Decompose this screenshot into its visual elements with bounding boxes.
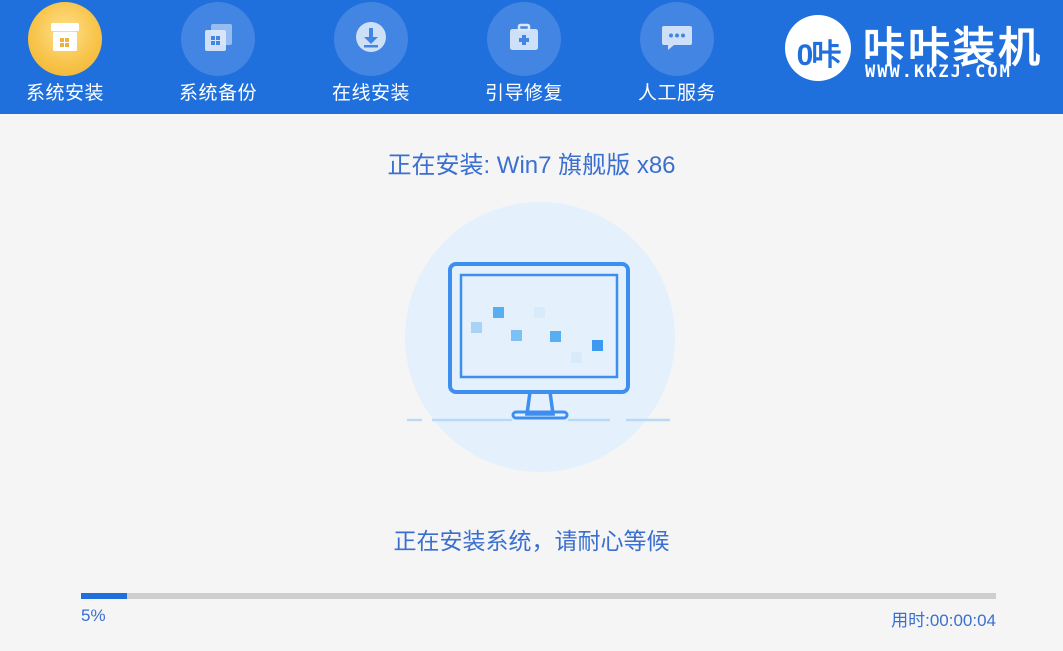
box-icon [28, 2, 102, 76]
nav-system-backup[interactable]: 系统备份 [163, 0, 273, 114]
chat-icon [640, 2, 714, 76]
brand-logo-text: 0咔 [796, 39, 842, 72]
install-status-text: 正在安装系统，请耐心等候 [393, 528, 670, 554]
progress-percent: 5% [81, 606, 106, 625]
backup-icon [181, 2, 255, 76]
nav-label: 系统安装 [25, 83, 104, 104]
nav-online-install[interactable]: 在线安装 [316, 0, 426, 114]
top-navigation-bar: 系统安装 系统备份 在线安装 引导修复 人工服务 0咔 咔咔装机 WWW.KKZ… [0, 0, 1063, 114]
brand: 0咔 咔咔装机 WWW.KKZJ.COM [785, 10, 1063, 90]
monitor-illustration [400, 200, 680, 475]
nav-label: 在线安装 [331, 83, 410, 104]
progress-bar [81, 593, 996, 599]
toolbox-icon [487, 2, 561, 76]
elapsed-time: 用时:00:00:04 [891, 611, 996, 630]
brand-url: WWW.KKZJ.COM [865, 62, 1012, 82]
nav-manual-service[interactable]: 人工服务 [622, 0, 732, 114]
nav-label: 人工服务 [637, 83, 716, 104]
nav-label: 引导修复 [484, 83, 563, 104]
download-icon [334, 2, 408, 76]
progress-bar-fill [81, 593, 127, 599]
nav-boot-repair[interactable]: 引导修复 [469, 0, 579, 114]
nav-system-install[interactable]: 系统安装 [10, 0, 120, 114]
nav-label: 系统备份 [178, 83, 257, 104]
install-title: 正在安装: Win7 旗舰版 x86 [387, 152, 676, 179]
brand-logo: 0咔 [785, 15, 851, 81]
